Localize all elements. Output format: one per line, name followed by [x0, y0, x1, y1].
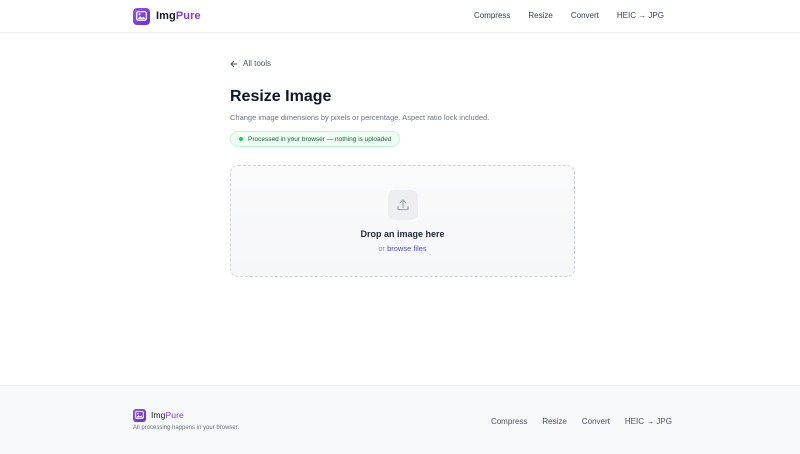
dropzone-title: Drop an image here	[360, 229, 445, 239]
image-dropzone[interactable]: Drop an image here or browse files	[230, 165, 575, 277]
image-icon	[133, 7, 150, 25]
nav-compress[interactable]: Compress	[474, 11, 510, 20]
dropzone-subtitle: or browse files	[231, 244, 574, 253]
footer-brand-name: ImgPure	[151, 410, 184, 420]
footer-nav-convert[interactable]: Convert	[582, 417, 610, 426]
nav-heic-to-jpg[interactable]: HEIC → JPG	[617, 11, 664, 20]
footer-tagline: All processing happens in your browser.	[133, 425, 240, 431]
footer: ImgPure All processing happens in your b…	[0, 385, 800, 454]
upload-icon	[388, 190, 418, 220]
browse-files-link[interactable]: browse files	[387, 244, 427, 253]
page-title: Resize Image	[230, 88, 332, 105]
status-dot-icon	[239, 137, 243, 141]
footer-image-icon	[133, 408, 146, 422]
footer-nav-resize[interactable]: Resize	[542, 417, 566, 426]
logo[interactable]: ImgPure	[133, 7, 201, 25]
arrow-left-icon	[230, 60, 238, 67]
nav-convert[interactable]: Convert	[571, 11, 599, 20]
back-label: All tools	[243, 59, 272, 68]
brand-name: ImgPure	[156, 10, 201, 22]
page-subtitle: Change image dimensions by pixels or per…	[230, 113, 490, 122]
footer-logo[interactable]: ImgPure	[133, 408, 184, 422]
privacy-badge: Processed in your browser — nothing is u…	[230, 131, 401, 147]
back-to-all-tools-link[interactable]: All tools	[230, 59, 271, 68]
top-nav: Compress Resize Convert HEIC → JPG	[474, 11, 664, 20]
footer-nav-heic-to-jpg[interactable]: HEIC → JPG	[625, 417, 672, 426]
footer-nav-compress[interactable]: Compress	[491, 417, 527, 426]
privacy-badge-text: Processed in your browser — nothing is u…	[248, 135, 392, 143]
footer-nav: Compress Resize Convert HEIC → JPG	[491, 417, 672, 426]
dropzone-or: or	[378, 244, 385, 253]
nav-resize[interactable]: Resize	[528, 11, 552, 20]
header: ImgPure Compress Resize Convert HEIC → J…	[0, 0, 800, 33]
